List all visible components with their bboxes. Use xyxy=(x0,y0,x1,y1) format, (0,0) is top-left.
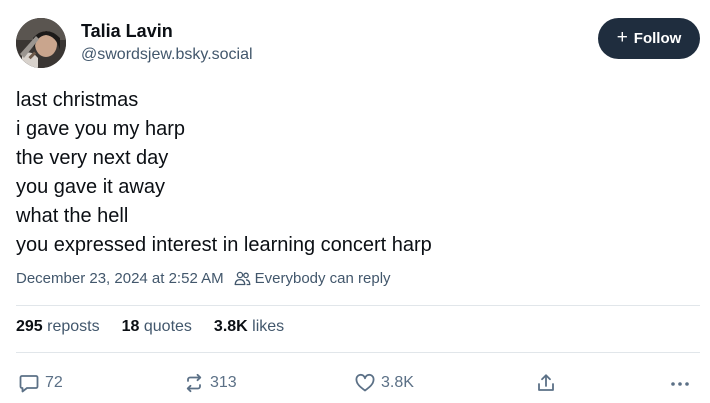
post-timestamp[interactable]: December 23, 2024 at 2:52 AM xyxy=(16,270,224,287)
divider xyxy=(16,352,700,353)
post-text-line: i gave you my harp xyxy=(16,118,185,140)
likes-stat[interactable]: 3.8K likes xyxy=(214,318,284,336)
people-icon xyxy=(234,271,251,286)
heart-icon xyxy=(355,373,375,392)
ellipsis-icon xyxy=(671,382,689,386)
follow-label: Follow xyxy=(633,30,682,47)
follow-button[interactable]: + Follow xyxy=(598,18,700,59)
plus-icon: + xyxy=(616,27,628,48)
share-button[interactable] xyxy=(535,369,557,397)
reply-setting-label: Everybody can reply xyxy=(254,270,391,287)
post-card: Talia Lavin @swordsjew.bsky.social + Fol… xyxy=(0,0,710,403)
post-text-line: what the hell xyxy=(16,205,129,227)
post-text-line: last christmas xyxy=(16,89,139,111)
share-icon xyxy=(538,374,554,391)
avatar-image xyxy=(16,18,66,68)
quotes-stat[interactable]: 18 quotes xyxy=(122,318,192,336)
like-count: 3.8K xyxy=(381,374,414,391)
repost-count: 313 xyxy=(210,374,237,391)
like-button[interactable]: 3.8K xyxy=(354,369,414,397)
divider xyxy=(16,305,700,306)
engagement-stats: 295 reposts 18 quotes 3.8K likes xyxy=(16,318,284,336)
post-text-line: the very next day xyxy=(16,147,169,169)
post-actions: 72 313 3.8K xyxy=(0,369,710,397)
reposts-stat[interactable]: 295 reposts xyxy=(16,318,100,336)
post-meta: December 23, 2024 at 2:52 AM Everybody c… xyxy=(16,270,391,287)
more-options-button[interactable] xyxy=(669,369,691,397)
likes-label: likes xyxy=(252,318,285,335)
reposts-count: 295 xyxy=(16,318,43,335)
author-display-name[interactable]: Talia Lavin xyxy=(81,21,173,42)
reposts-label: reposts xyxy=(47,318,100,335)
likes-count: 3.8K xyxy=(213,318,248,335)
reply-icon xyxy=(19,375,39,393)
reply-count: 72 xyxy=(45,374,63,391)
quotes-label: quotes xyxy=(143,318,192,335)
repost-button[interactable]: 313 xyxy=(183,369,237,397)
avatar[interactable] xyxy=(16,18,66,68)
post-text-line: you gave it away xyxy=(16,176,165,198)
reply-setting[interactable]: Everybody can reply xyxy=(234,270,391,287)
repost-icon xyxy=(186,373,202,393)
reply-button[interactable]: 72 xyxy=(18,369,63,397)
post-text: last christmas i gave you my harp the ve… xyxy=(16,86,696,260)
post-text-line: you expressed interest in learning conce… xyxy=(16,234,432,256)
quotes-count: 18 xyxy=(121,318,140,335)
author-handle[interactable]: @swordsjew.bsky.social xyxy=(81,46,253,64)
